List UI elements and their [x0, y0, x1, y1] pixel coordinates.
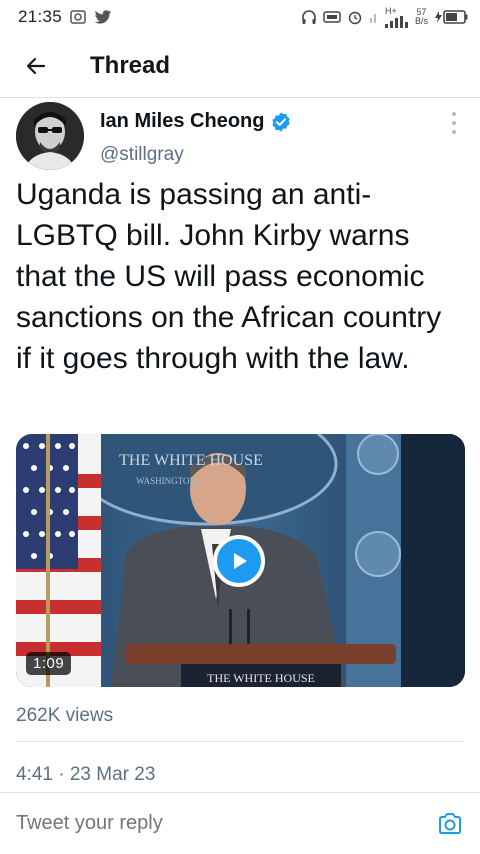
network-indicator: H+ [384, 5, 409, 28]
alarm-icon [347, 9, 363, 25]
camera-icon [439, 812, 461, 834]
headphones-icon [301, 9, 317, 25]
thread-header: Thread [0, 34, 480, 98]
backdrop-text: THE WHITE HOUSE [119, 452, 263, 469]
network-type: H+ [384, 5, 397, 16]
status-time: 21:35 [18, 7, 63, 26]
tweet: Ian Miles Cheong @stillgray Uganda is pa… [0, 98, 480, 785]
network-speed: 57 B/s [415, 8, 428, 26]
network-speed-unit: B/s [414, 16, 428, 26]
avatar[interactable] [16, 102, 84, 170]
camera-button[interactable] [420, 793, 480, 854]
more-vertical-icon [452, 112, 456, 116]
author-handle[interactable]: @stillgray [100, 144, 184, 166]
video-duration: 1:09 [26, 652, 72, 675]
video-player[interactable]: THE WHITE HOUSE THE WHITE HOUSE WASHINGT… [16, 434, 465, 687]
verified-badge-icon [272, 111, 291, 132]
signal-bars-icon [384, 15, 408, 28]
author-name-line: Ian Miles Cheong [100, 110, 292, 133]
author-display-name[interactable]: Ian Miles Cheong [100, 110, 264, 133]
back-button[interactable] [0, 34, 72, 98]
reply-input[interactable] [16, 812, 420, 835]
more-options-button[interactable] [446, 112, 462, 134]
battery-icon [434, 9, 468, 25]
play-icon [234, 553, 247, 569]
tweet-timestamp: 4:41 · 23 Mar 23 [16, 764, 156, 785]
reply-bar [0, 792, 480, 854]
podium-text: THE WHITE HOUSE [207, 671, 315, 685]
tweet-text: Uganda is passing an anti-LGBTQ bill. Jo… [16, 178, 442, 375]
arrow-left-icon [26, 57, 46, 74]
play-button[interactable] [213, 535, 265, 587]
view-count[interactable]: 262K views [16, 705, 113, 727]
page-title: Thread [90, 51, 171, 79]
video-call-icon [323, 11, 341, 23]
twitter-notification-icon [94, 9, 112, 25]
gallery-notification-icon [70, 10, 86, 24]
tweet-author: Ian Miles Cheong @stillgray [0, 98, 480, 174]
sim-signal-icon [369, 10, 379, 24]
status-bar: 21:35 H+ 57 B/s [0, 0, 480, 34]
divider [16, 741, 464, 742]
backdrop-subtext: WASHINGTON [136, 476, 196, 486]
